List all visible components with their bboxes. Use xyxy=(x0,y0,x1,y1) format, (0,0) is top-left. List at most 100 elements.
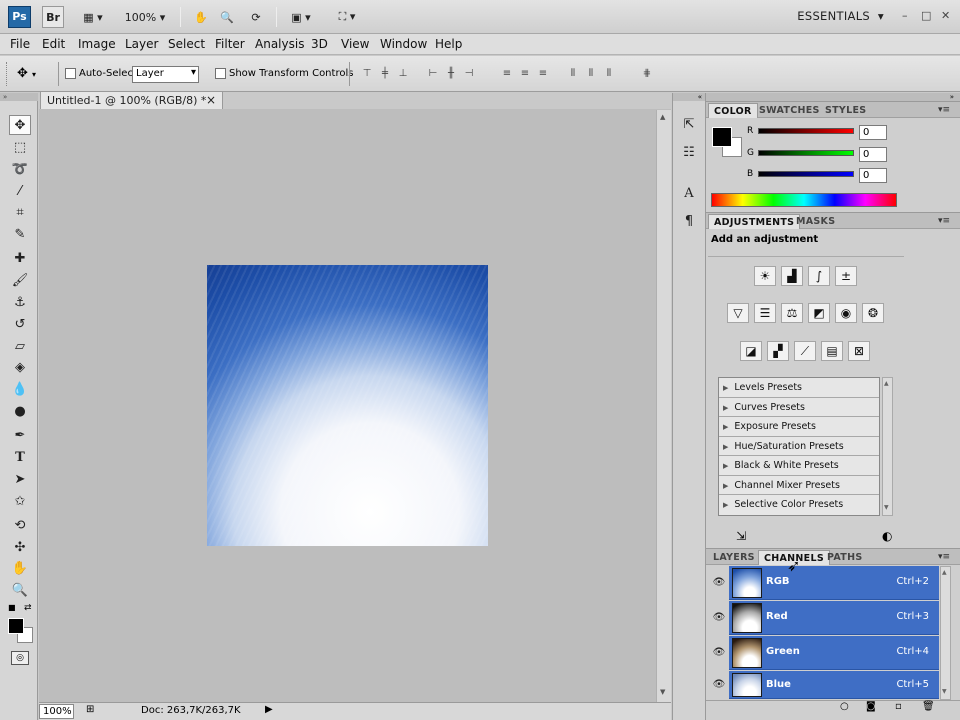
character-panel-icon[interactable]: A xyxy=(680,186,698,204)
panel-menu-icon[interactable]: ▾≡ xyxy=(938,552,950,562)
levels-icon[interactable]: ▟ xyxy=(781,266,803,286)
channel-row-red[interactable]: 👁 Red Ctrl+3 xyxy=(709,601,939,635)
eraser-tool[interactable]: ▱ xyxy=(9,336,31,356)
menu-file[interactable]: File xyxy=(10,37,30,51)
eye-icon[interactable]: 👁 xyxy=(709,566,729,600)
align-left-icon[interactable]: ⊢ xyxy=(426,67,440,81)
document-tab[interactable]: Untitled-1 @ 100% (RGB/8) * × xyxy=(40,91,223,109)
brightness-contrast-icon[interactable]: ☀ xyxy=(754,266,776,286)
menu-analysis[interactable]: Analysis xyxy=(255,37,304,51)
menu-filter[interactable]: Filter xyxy=(215,37,245,51)
3d-orbit-tool[interactable]: ✣ xyxy=(9,537,31,557)
status-menu-arrow-icon[interactable]: ▶ xyxy=(265,704,273,715)
workspace-switcher[interactable]: ESSENTIALS ▾ xyxy=(797,9,884,23)
spot-healing-tool[interactable]: ✚ xyxy=(9,248,31,268)
status-info-icon[interactable]: ⊞ xyxy=(86,704,94,715)
eye-icon[interactable]: 👁 xyxy=(709,601,729,635)
color-r-slider[interactable] xyxy=(758,128,854,134)
screen-mode-button[interactable]: ⛶ ▾ xyxy=(330,6,364,28)
hand-tool[interactable]: ✋ xyxy=(9,558,31,578)
quick-selection-tool[interactable]: ⁄ xyxy=(9,181,31,201)
curves-icon[interactable]: ∫ xyxy=(808,266,830,286)
exposure-icon[interactable]: ± xyxy=(835,266,857,286)
close-document-icon[interactable]: × xyxy=(206,93,216,107)
zoom-tool-button[interactable]: 🔍 xyxy=(216,6,238,28)
preset-black-white[interactable]: ▶ Black & White Presets xyxy=(719,456,879,476)
distribute-top-icon[interactable]: ≡ xyxy=(500,67,514,81)
auto-align-icon[interactable]: ⋕ xyxy=(640,67,654,81)
menu-layer[interactable]: Layer xyxy=(125,37,158,51)
hue-saturation-icon[interactable]: ☰ xyxy=(754,303,776,323)
black-white-icon[interactable]: ◩ xyxy=(808,303,830,323)
scroll-down-icon[interactable]: ▼ xyxy=(884,504,889,511)
return-to-list-icon[interactable]: ⇲ xyxy=(736,529,746,543)
move-tool[interactable]: ✥ xyxy=(9,115,31,135)
minimize-button[interactable]: – xyxy=(902,9,908,22)
auto-select-checkbox[interactable] xyxy=(65,68,76,79)
align-right-icon[interactable]: ⊣ xyxy=(462,67,476,81)
foreground-color-swatch[interactable] xyxy=(8,618,24,634)
channel-mixer-icon[interactable]: ❂ xyxy=(862,303,884,323)
menu-select[interactable]: Select xyxy=(168,37,205,51)
color-g-slider[interactable] xyxy=(758,150,854,156)
scroll-up-icon[interactable]: ▲ xyxy=(884,380,889,387)
tool-preset-picker[interactable]: ✥ ▾ xyxy=(17,66,36,81)
quick-mask-button[interactable]: ◎ xyxy=(11,651,29,665)
actions-panel-icon[interactable]: ☷ xyxy=(680,145,698,163)
tab-swatches[interactable]: SWATCHES xyxy=(754,103,825,118)
panel-menu-icon[interactable]: ▾≡ xyxy=(938,105,950,115)
bridge-button[interactable]: Br xyxy=(42,6,64,28)
eye-icon[interactable]: 👁 xyxy=(709,671,729,699)
default-colors-icon[interactable]: ■ xyxy=(8,603,16,612)
image-canvas[interactable] xyxy=(207,265,488,546)
menu-edit[interactable]: Edit xyxy=(42,37,65,51)
color-balance-icon[interactable]: ⚖ xyxy=(781,303,803,323)
menu-3d[interactable]: 3D xyxy=(311,37,328,51)
color-g-field[interactable]: 0 xyxy=(859,147,887,162)
show-transform-checkbox[interactable] xyxy=(215,68,226,79)
channels-scrollbar[interactable]: ▲ ▼ xyxy=(940,566,951,700)
arrange-documents-button[interactable]: ▣ ▾ xyxy=(284,6,318,28)
preset-selective-color[interactable]: ▶ Selective Color Presets xyxy=(719,495,879,515)
blur-tool[interactable]: 💧 xyxy=(9,379,31,399)
3d-rotate-tool[interactable]: ⟲ xyxy=(9,515,31,535)
tab-adjustments[interactable]: ADJUSTMENTS xyxy=(708,214,801,229)
preset-hue-saturation[interactable]: ▶ Hue/Saturation Presets xyxy=(719,436,879,456)
zoom-level-dropdown[interactable]: 100% ▾ xyxy=(120,6,170,28)
menu-image[interactable]: Image xyxy=(78,37,116,51)
eye-icon[interactable]: 👁 xyxy=(709,636,729,670)
new-channel-icon[interactable]: ▫ xyxy=(895,701,902,712)
panel-menu-icon[interactable]: ▾≡ xyxy=(938,216,950,226)
distribute-vcenter-icon[interactable]: ≡ xyxy=(518,67,532,81)
eyedropper-tool[interactable]: ✎ xyxy=(9,224,31,244)
clone-stamp-tool[interactable]: ⚓ xyxy=(9,292,31,312)
color-foreground-swatch[interactable] xyxy=(712,127,732,147)
color-b-field[interactable]: 0 xyxy=(859,168,887,183)
channel-row-rgb[interactable]: 👁 RGB Ctrl+2 xyxy=(709,566,939,600)
color-spectrum-ramp[interactable] xyxy=(711,193,897,207)
paint-bucket-tool[interactable]: ◈ xyxy=(9,357,31,377)
selective-color-icon[interactable]: ⊠ xyxy=(848,341,870,361)
preset-levels[interactable]: ▶ Levels Presets xyxy=(719,378,879,398)
type-tool[interactable]: T xyxy=(9,447,31,467)
channel-row-blue[interactable]: 👁 Blue Ctrl+5 xyxy=(709,671,939,699)
load-selection-icon[interactable]: ○ xyxy=(840,701,849,712)
distribute-right-icon[interactable]: ⦀ xyxy=(602,67,616,81)
scroll-up-icon[interactable]: ▲ xyxy=(942,569,947,576)
lasso-tool[interactable]: ➰ xyxy=(9,159,31,179)
invert-icon[interactable]: ◪ xyxy=(740,341,762,361)
align-bottom-icon[interactable]: ⊥ xyxy=(396,67,410,81)
align-top-icon[interactable]: ⊤ xyxy=(360,67,374,81)
path-selection-tool[interactable]: ➤ xyxy=(9,469,31,489)
history-panel-icon[interactable]: ⇱ xyxy=(680,117,698,135)
color-b-slider[interactable] xyxy=(758,171,854,177)
preset-curves[interactable]: ▶ Curves Presets xyxy=(719,397,879,417)
maximize-button[interactable]: □ xyxy=(921,9,931,22)
save-selection-icon[interactable]: ◙ xyxy=(866,701,876,712)
auto-select-dropdown[interactable]: Layer ▾ xyxy=(132,66,199,83)
distribute-left-icon[interactable]: ⦀ xyxy=(566,67,580,81)
preset-exposure[interactable]: ▶ Exposure Presets xyxy=(719,417,879,437)
distribute-hcenter-icon[interactable]: ⦀ xyxy=(584,67,598,81)
align-vcenter-icon[interactable]: ╪ xyxy=(378,67,392,81)
crop-tool[interactable]: ⌗ xyxy=(9,202,31,222)
